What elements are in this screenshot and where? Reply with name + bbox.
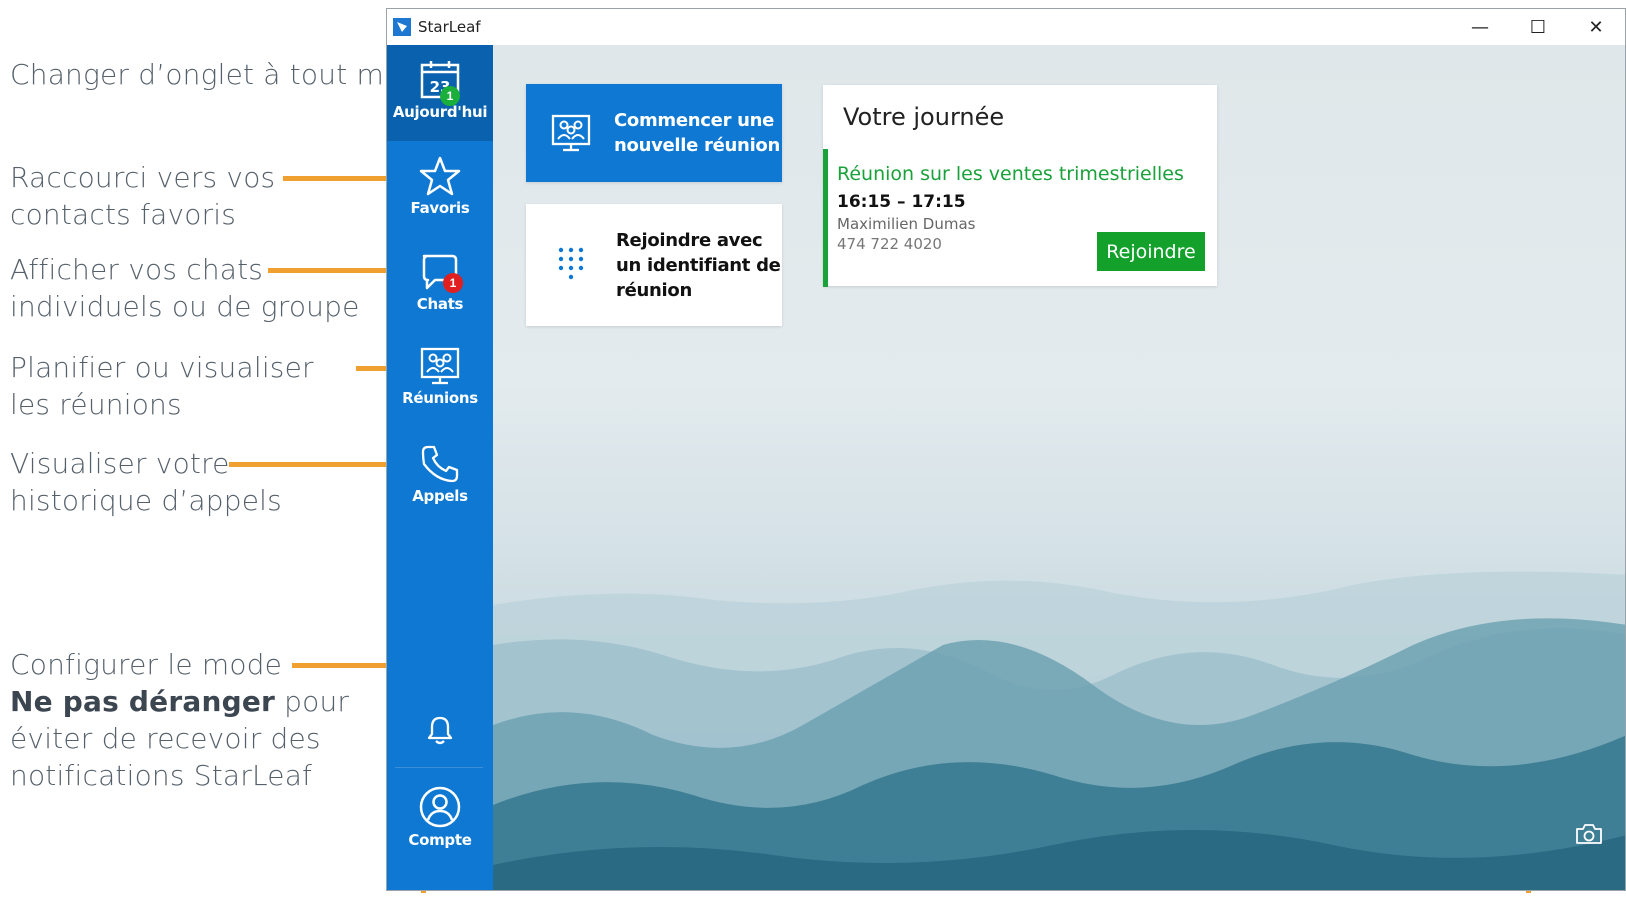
starleaf-logo-icon [393, 18, 411, 36]
bell-icon [427, 716, 453, 745]
leader-reunions [356, 366, 389, 371]
meeting-room-icon [420, 347, 460, 385]
close-button[interactable]: ✕ [1567, 9, 1625, 45]
annotation-appels: Visualiser votre historique d’appels [10, 447, 282, 517]
start-meeting-button[interactable]: Commencer une nouvelle réunion [526, 84, 782, 182]
sidebar-item-label: Compte [408, 831, 472, 849]
sidebar-item-reunions[interactable]: Réunions [387, 333, 493, 429]
join-meeting-button[interactable]: Rejoindre [1097, 232, 1205, 271]
leader-chats [268, 268, 389, 273]
your-day-card: Votre journée Réunion sur les ventes tri… [823, 85, 1217, 287]
starleaf-window: StarLeaf — ☐ ✕ 23 1 Aujourd'hui Favoris [386, 8, 1626, 891]
join-with-id-button[interactable]: Rejoindre avec un identifiant de réunion [526, 204, 782, 326]
sidebar-item-compte[interactable]: Compte [387, 773, 493, 869]
your-day-title: Votre journée [843, 103, 1005, 131]
maximize-button[interactable]: ☐ [1509, 9, 1567, 45]
meeting-organizer: Maximilien Dumas [837, 215, 976, 233]
window-title: StarLeaf [418, 18, 481, 36]
star-icon [419, 156, 461, 196]
main-area: Commencer une nouvelle réunion Rejoindre… [493, 45, 1625, 890]
annotation-favoris: Raccourci vers vos contacts favoris [10, 161, 276, 231]
annotation-chats: Afficher vos chats individuels ou de gro… [10, 253, 360, 323]
sidebar-divider [395, 767, 483, 768]
sidebar: 23 1 Aujourd'hui Favoris 1 Chats Réunion… [387, 45, 493, 890]
leader-appels [229, 462, 389, 467]
sidebar-item-label: Aujourd'hui [392, 103, 488, 121]
sidebar-item-label: Favoris [410, 199, 470, 217]
join-with-id-label: Rejoindre avec un identifiant de réunion [616, 229, 781, 301]
meeting-number: 474 722 4020 [837, 235, 942, 253]
camera-icon [1576, 824, 1602, 844]
sidebar-item-chats[interactable]: 1 Chats [387, 237, 493, 333]
sidebar-item-label: Appels [412, 487, 468, 505]
do-not-disturb-button[interactable] [387, 695, 493, 765]
leader-favoris [283, 176, 389, 181]
phone-icon [421, 445, 459, 483]
minimize-button[interactable]: — [1451, 9, 1509, 45]
camera-button[interactable] [1575, 823, 1603, 850]
sidebar-item-appels[interactable]: Appels [387, 429, 493, 525]
chats-badge: 1 [443, 273, 463, 293]
sidebar-item-aujourdhui[interactable]: 23 1 Aujourd'hui [387, 45, 493, 141]
dialpad-icon [558, 247, 584, 280]
meeting-time: 16:15 – 17:15 [837, 192, 966, 212]
sidebar-item-favoris[interactable]: Favoris [387, 141, 493, 237]
account-icon [419, 786, 461, 828]
sidebar-item-label: Réunions [402, 389, 478, 407]
meeting-indicator-bar [823, 149, 828, 287]
annotation-reunions: Planifier ou visualiser les réunions [10, 351, 314, 421]
start-meeting-label: Commencer une nouvelle réunion [614, 110, 781, 156]
leader-dnd [292, 663, 389, 668]
title-bar: StarLeaf — ☐ ✕ [387, 9, 1625, 45]
meeting-title[interactable]: Réunion sur les ventes trimestrielles [837, 163, 1184, 185]
today-badge: 1 [440, 86, 460, 106]
annotation-dnd: Configurer le mode Ne pas déranger pour … [10, 648, 350, 792]
meeting-room-icon [551, 114, 591, 152]
sidebar-item-label: Chats [416, 295, 464, 313]
